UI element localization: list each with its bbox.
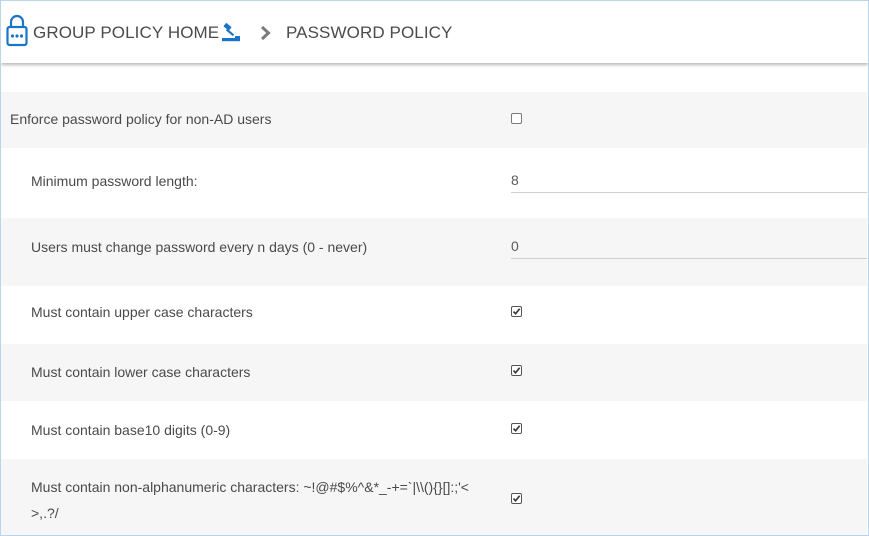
- digits-checkbox[interactable]: [511, 423, 522, 434]
- checkmark-icon: [512, 367, 521, 375]
- setting-row-non-alnum: Must contain non-alphanumeric characters…: [1, 459, 867, 535]
- setting-row-upper-case: Must contain upper case characters: [1, 286, 867, 344]
- lock-icon: [6, 13, 28, 47]
- setting-row-min-length: Minimum password length: 8: [1, 148, 867, 218]
- lower-case-label: Must contain lower case characters: [31, 364, 251, 380]
- gavel-icon[interactable]: [221, 23, 241, 43]
- breadcrumb-current-page: PASSWORD POLICY: [286, 23, 453, 42]
- setting-row-enforce-non-ad: Enforce password policy for non-AD users: [1, 92, 867, 148]
- non-alnum-label: Must contain non-alphanumeric characters…: [31, 479, 469, 521]
- upper-case-label: Must contain upper case characters: [31, 304, 253, 320]
- checkmark-icon: [512, 308, 521, 316]
- setting-row-change-days: Users must change password every n days …: [1, 218, 867, 286]
- min-length-label: Minimum password length:: [31, 173, 198, 189]
- checkmark-icon: [512, 425, 521, 433]
- breadcrumb-home-link[interactable]: GROUP POLICY HOME: [33, 22, 219, 44]
- setting-row-digits: Must contain base10 digits (0-9): [1, 401, 867, 459]
- digits-label: Must contain base10 digits (0-9): [31, 422, 231, 438]
- change-days-input[interactable]: 0: [511, 233, 867, 259]
- change-days-label: Users must change password every n days …: [31, 239, 368, 255]
- lower-case-checkbox[interactable]: [511, 365, 522, 376]
- breadcrumb-header: GROUP POLICY HOME PASSWORD POLICY: [1, 1, 868, 63]
- min-length-input[interactable]: 8: [511, 167, 867, 193]
- password-policy-form: Enforce password policy for non-AD users…: [1, 63, 868, 535]
- chevron-right-icon: [259, 25, 272, 41]
- non-alnum-checkbox[interactable]: [511, 493, 522, 504]
- app-window: GROUP POLICY HOME PASSWORD POLICY Enforc…: [0, 0, 869, 536]
- checkmark-icon: [512, 495, 521, 503]
- enforce-non-ad-checkbox[interactable]: [511, 113, 522, 124]
- setting-row-lower-case: Must contain lower case characters: [1, 344, 867, 401]
- enforce-non-ad-label: Enforce password policy for non-AD users: [10, 111, 272, 127]
- upper-case-checkbox[interactable]: [511, 306, 522, 317]
